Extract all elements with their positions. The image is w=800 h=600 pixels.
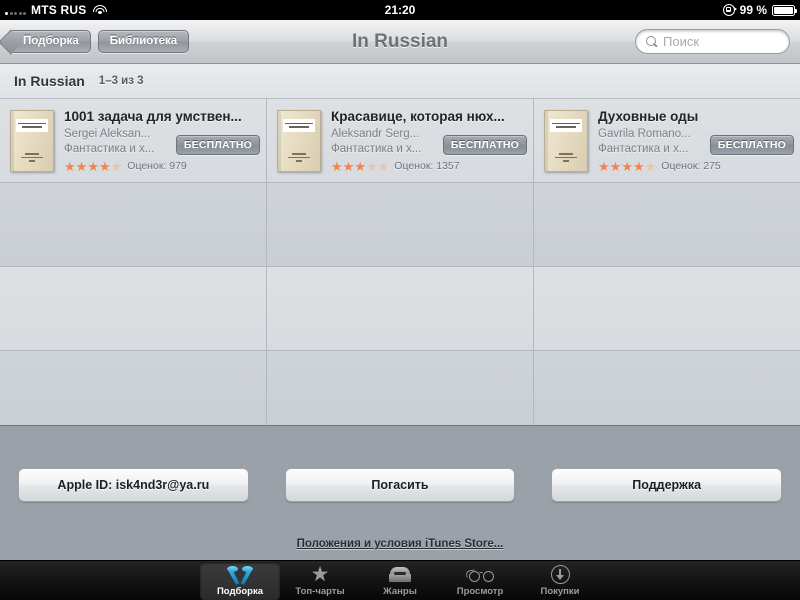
book-cell[interactable]: Красавице, которая нюх... Aleksandr Serg… (267, 99, 534, 182)
book-rating: ★ ★ ★ ★ ★ Оценок: 1357 (331, 160, 527, 173)
clock-label: 21:20 (384, 3, 416, 17)
book-info: Красавице, которая нюх... Aleksandr Serg… (331, 108, 527, 174)
empty-cell (267, 183, 534, 266)
grid-row-empty (0, 183, 800, 267)
glasses-icon (465, 565, 494, 585)
store-footer: Apple ID: isk4nd3r@ya.ru Погасить Поддер… (0, 425, 800, 560)
rotation-lock-icon (722, 4, 737, 16)
footer-buttons: Apple ID: isk4nd3r@ya.ru Погасить Поддер… (0, 426, 800, 502)
empty-cell (534, 351, 800, 434)
tab-browse-label: Просмотр (456, 585, 504, 597)
back-button-label: Подборка (23, 34, 79, 47)
empty-cell (0, 351, 267, 434)
book-grid: 1001 задача для умствен... Sergei Aleksa… (0, 99, 800, 435)
tab-top-charts[interactable]: ★ Топ-чарты (280, 562, 360, 600)
star-rating: ★ ★ ★ ★ ★ (64, 158, 123, 174)
tab-purchased-label: Покупки (540, 585, 580, 597)
book-author: Sergei Aleksan... (64, 127, 151, 140)
book-rating: ★ ★ ★ ★ ★ Оценок: 275 (598, 160, 794, 173)
star-rating: ★ ★ ★ ★ ★ (598, 158, 657, 174)
book-cell[interactable]: 1001 задача для умствен... Sergei Aleksa… (0, 99, 267, 182)
tab-top-charts-label: Топ-чарты (295, 585, 345, 597)
price-button[interactable]: БЕСПЛАТНО (442, 134, 527, 155)
status-bar: MTS RUS 21:20 99 % (0, 0, 800, 20)
book-cover (277, 109, 321, 172)
navigation-bar: Подборка Библиотека In Russian Поиск (0, 20, 800, 64)
book-genre: Фантастика и х... (598, 142, 689, 155)
library-button[interactable]: Библиотека (97, 29, 190, 54)
grid-row: 1001 задача для умствен... Sergei Aleksa… (0, 99, 800, 183)
empty-cell (534, 267, 800, 350)
rating-count: Оценок: 275 (661, 160, 721, 172)
empty-cell (0, 183, 267, 266)
tab-genres-label: Жанры (383, 585, 417, 597)
tab-genres[interactable]: Жанры (360, 562, 440, 600)
book-title: Красавице, которая нюх... (331, 108, 505, 124)
book-title: Духовные оды (598, 108, 699, 124)
book-genre: Фантастика и х... (64, 142, 155, 155)
nav-left-buttons: Подборка Библиотека (0, 29, 190, 54)
download-icon (550, 565, 570, 585)
book-author: Gavrila Romano... (598, 127, 691, 140)
rating-count: Оценок: 1357 (394, 160, 460, 172)
section-title: In Russian (14, 73, 85, 89)
section-header: In Russian 1–3 из 3 (0, 64, 800, 99)
apple-id-button[interactable]: Apple ID: isk4nd3r@ya.ru (18, 468, 249, 502)
empty-cell (267, 267, 534, 350)
empty-cell (267, 351, 534, 434)
tab-bar: Подборка ★ Топ-чарты Жанры Просмотр Поку… (0, 560, 800, 600)
book-author: Aleksandr Serg... (331, 127, 420, 140)
terms-link[interactable]: Положения и условия iTunes Store... (0, 538, 800, 550)
book-info: Духовные оды Gavrila Romano... Фантастик… (598, 108, 794, 174)
grid-row-empty (0, 351, 800, 435)
star-icon: ★ (310, 563, 330, 586)
grid-row-empty (0, 267, 800, 351)
rating-count: Оценок: 979 (127, 160, 187, 172)
search-container: Поиск (635, 29, 800, 54)
price-button[interactable]: БЕСПЛАТНО (175, 134, 260, 155)
book-cover (544, 109, 588, 172)
support-button[interactable]: Поддержка (551, 468, 783, 502)
search-input[interactable]: Поиск (635, 29, 790, 54)
star-rating: ★ ★ ★ ★ ★ (331, 158, 390, 174)
book-title: 1001 задача для умствен... (64, 108, 242, 124)
section-result-count: 1–3 из 3 (98, 75, 144, 87)
back-button[interactable]: Подборка (8, 29, 91, 54)
book-genre: Фантастика и х... (331, 142, 422, 155)
redeem-button[interactable]: Погасить (284, 468, 516, 502)
ribbon-icon (227, 565, 253, 585)
search-icon (646, 36, 657, 47)
book-cell[interactable]: Духовные оды Gavrila Romano... Фантастик… (534, 99, 800, 182)
tab-browse[interactable]: Просмотр (440, 562, 520, 600)
search-placeholder: Поиск (663, 34, 700, 49)
tab-featured[interactable]: Подборка (200, 561, 280, 600)
box-icon (389, 565, 411, 585)
empty-cell (534, 183, 800, 266)
ibooks-store-screen: MTS RUS 21:20 99 % Подборка Библиотека I… (0, 0, 800, 600)
book-info: 1001 задача для умствен... Sergei Aleksa… (64, 108, 260, 174)
book-rating: ★ ★ ★ ★ ★ Оценок: 979 (64, 160, 260, 173)
battery-icon (772, 4, 798, 16)
price-button[interactable]: БЕСПЛАТНО (709, 134, 794, 155)
tab-featured-label: Подборка (216, 585, 264, 597)
empty-cell (0, 267, 267, 350)
book-cover (10, 109, 54, 172)
tab-purchased[interactable]: Покупки (520, 562, 600, 600)
